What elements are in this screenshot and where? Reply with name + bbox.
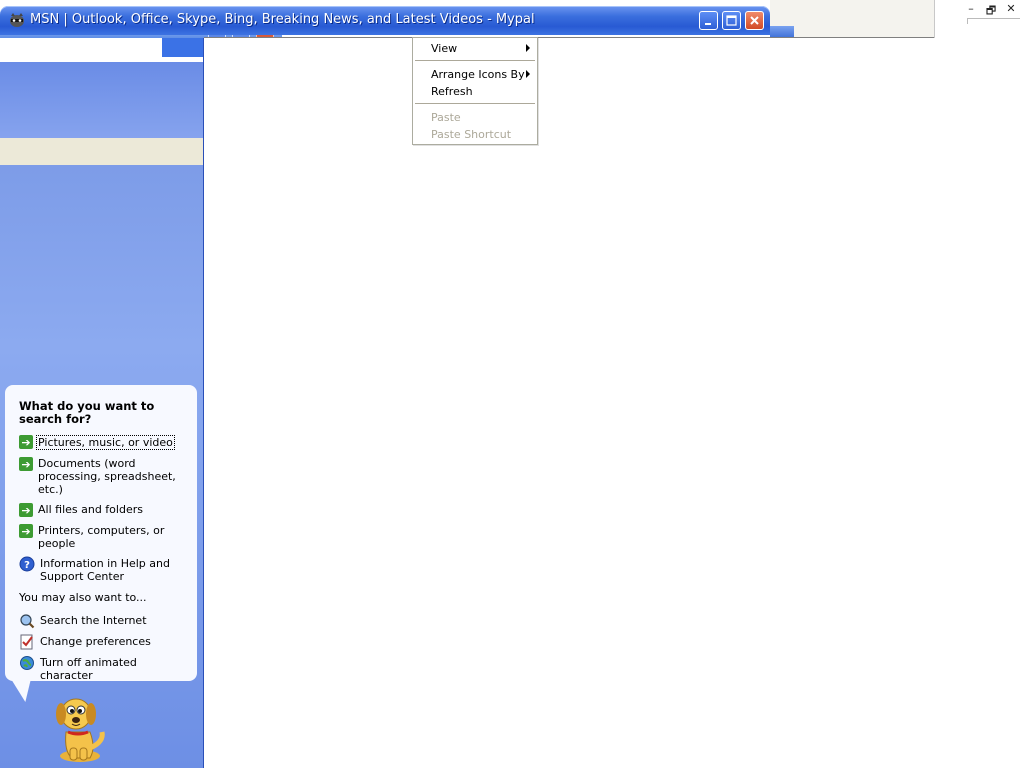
desktop-content-area[interactable] xyxy=(204,38,1024,768)
browser-title-bar[interactable]: MSN | Outlook, Office, Skype, Bing, Brea… xyxy=(0,6,770,35)
search-internet-link[interactable]: Search the Internet xyxy=(19,614,191,629)
search-option-printers[interactable]: ➔ Printers, computers, or people xyxy=(19,524,191,550)
also-want-label: You may also want to... xyxy=(19,591,147,604)
turn-off-character-link[interactable]: Turn off animated character xyxy=(19,656,191,682)
maximize-icon xyxy=(726,15,737,26)
green-arrow-icon: ➔ xyxy=(19,524,33,538)
search-option-help-center[interactable]: ? Information in Help and Support Center xyxy=(19,556,191,583)
menu-item-paste[interactable]: Paste xyxy=(431,111,461,124)
desktop-context-menu: View Arrange Icons By Refresh Paste Past… xyxy=(412,37,538,145)
search-option-label: Information in Help and Support Center xyxy=(40,557,170,583)
search-heading: What do you want to search for? xyxy=(19,399,155,426)
background-window xyxy=(770,0,935,38)
window-title: MSN | Outlook, Office, Skype, Bing, Brea… xyxy=(30,12,535,27)
minimize-icon xyxy=(704,22,711,25)
green-arrow-icon: ➔ xyxy=(19,503,33,517)
close-icon xyxy=(750,16,759,25)
search-option-label: Printers, computers, or people xyxy=(38,524,165,550)
search-option-label: Pictures, music, or video xyxy=(36,435,175,450)
globe-icon xyxy=(20,656,34,670)
search-option-label: Documents (word processing, spreadsheet,… xyxy=(38,457,176,496)
submenu-arrow-icon xyxy=(526,44,530,52)
minimize-button[interactable] xyxy=(699,11,718,30)
green-arrow-icon: ➔ xyxy=(19,457,33,471)
turn-off-character-label: Turn off animated character xyxy=(40,656,137,682)
pane-band xyxy=(0,62,203,138)
green-arrow-icon: ➔ xyxy=(19,435,33,449)
maximize-button[interactable] xyxy=(722,11,741,30)
menu-item-paste-shortcut[interactable]: Paste Shortcut xyxy=(431,128,511,141)
search-option-pictures[interactable]: ➔ Pictures, music, or video xyxy=(19,435,191,450)
search-option-documents[interactable]: ➔ Documents (word processing, spreadshee… xyxy=(19,457,191,496)
dog-character[interactable] xyxy=(46,692,110,764)
search-internet-icon xyxy=(20,614,35,629)
svg-text:?: ? xyxy=(24,560,30,571)
pane-header-highlight xyxy=(162,38,203,57)
help-icon: ? xyxy=(19,556,35,572)
change-preferences-label: Change preferences xyxy=(40,635,151,648)
menu-item-refresh[interactable]: Refresh xyxy=(431,85,473,98)
menu-item-view[interactable]: View xyxy=(431,42,457,55)
close-button[interactable] xyxy=(745,11,764,30)
search-internet-label: Search the Internet xyxy=(40,614,147,627)
search-option-label: All files and folders xyxy=(38,503,143,516)
menu-separator xyxy=(415,103,535,104)
menu-item-arrange-icons-by[interactable]: Arrange Icons By xyxy=(431,68,525,81)
mypal-raccoon-icon xyxy=(10,13,24,27)
change-preferences-link[interactable]: Change preferences xyxy=(19,634,191,650)
pane-separator-band xyxy=(0,138,203,165)
content-top-border xyxy=(204,37,934,38)
submenu-arrow-icon xyxy=(526,70,530,78)
menu-separator xyxy=(415,60,535,61)
search-option-all-files[interactable]: ➔ All files and folders xyxy=(19,503,191,517)
search-balloon: What do you want to search for? ➔ Pictur… xyxy=(5,385,197,682)
preferences-icon xyxy=(20,634,33,650)
outer-scrollbar-fragment xyxy=(967,18,1020,24)
